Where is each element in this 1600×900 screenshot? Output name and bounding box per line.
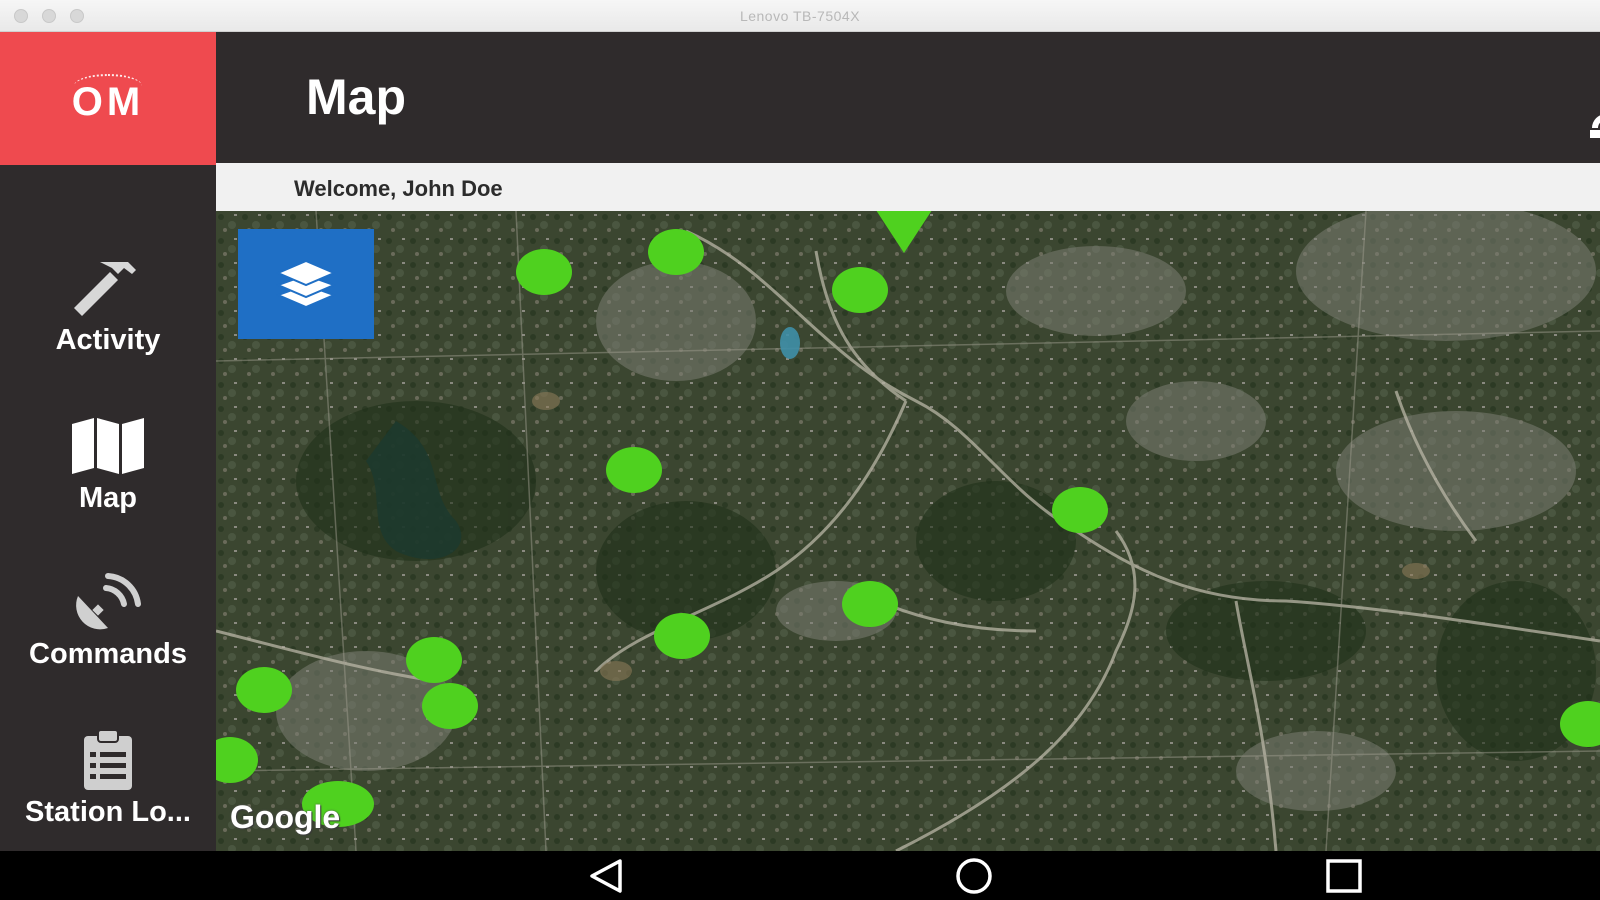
sidebar-item-station-log[interactable]: Station Lo... — [0, 700, 216, 850]
station-marker[interactable] — [832, 267, 888, 313]
selected-location-pin[interactable] — [874, 211, 934, 253]
app-header: Map — [216, 32, 1600, 163]
google-attribution: Google — [230, 799, 341, 835]
recents-square-icon[interactable] — [1322, 857, 1366, 895]
station-marker[interactable] — [842, 581, 898, 627]
sidebar: OM Activity Map Commands Station Lo... — [0, 32, 216, 851]
station-marker[interactable] — [422, 683, 478, 729]
sidebar-item-activity[interactable]: Activity — [0, 228, 216, 378]
android-nav-bar — [0, 851, 1600, 900]
map-layers-button[interactable] — [238, 229, 374, 339]
clipboard-icon — [84, 729, 132, 790]
hammer-icon — [74, 262, 136, 316]
refresh-icon[interactable] — [1586, 112, 1600, 146]
satellite-dish-icon — [76, 573, 141, 630]
window-title: Lenovo TB-7504X — [739, 8, 861, 24]
station-marker[interactable] — [654, 613, 710, 659]
welcome-message: Welcome, John Doe — [294, 176, 503, 201]
sidebar-item-label: Station Lo... — [25, 796, 191, 828]
map-icon — [72, 418, 144, 474]
logo-text: OM — [71, 80, 145, 124]
app-window: Lenovo TB-7504X OM Activity Map Commands… — [0, 0, 1600, 900]
sidebar-item-label: Activity — [55, 324, 161, 356]
window-titlebar: Lenovo TB-7504X — [0, 0, 1600, 32]
station-marker[interactable] — [1052, 487, 1108, 533]
sidebar-item-label: Commands — [29, 638, 187, 670]
station-marker[interactable] — [606, 447, 662, 493]
sidebar-item-commands[interactable]: Commands — [0, 542, 216, 692]
layers-icon — [276, 259, 336, 309]
page-title: Map — [306, 69, 406, 125]
back-triangle-icon[interactable] — [584, 857, 628, 895]
satellite-basemap — [216, 211, 1600, 851]
home-circle-icon[interactable] — [952, 857, 996, 895]
map-view[interactable]: Google — [216, 211, 1600, 851]
station-marker[interactable] — [236, 667, 292, 713]
sidebar-item-map[interactable]: Map — [0, 386, 216, 536]
sidebar-item-label: Map — [79, 482, 137, 514]
welcome-bar: Welcome, John Doe — [216, 163, 1600, 211]
station-marker[interactable] — [648, 229, 704, 275]
station-marker[interactable] — [406, 637, 462, 683]
app-logo: OM — [0, 32, 216, 165]
station-marker[interactable] — [516, 249, 572, 295]
